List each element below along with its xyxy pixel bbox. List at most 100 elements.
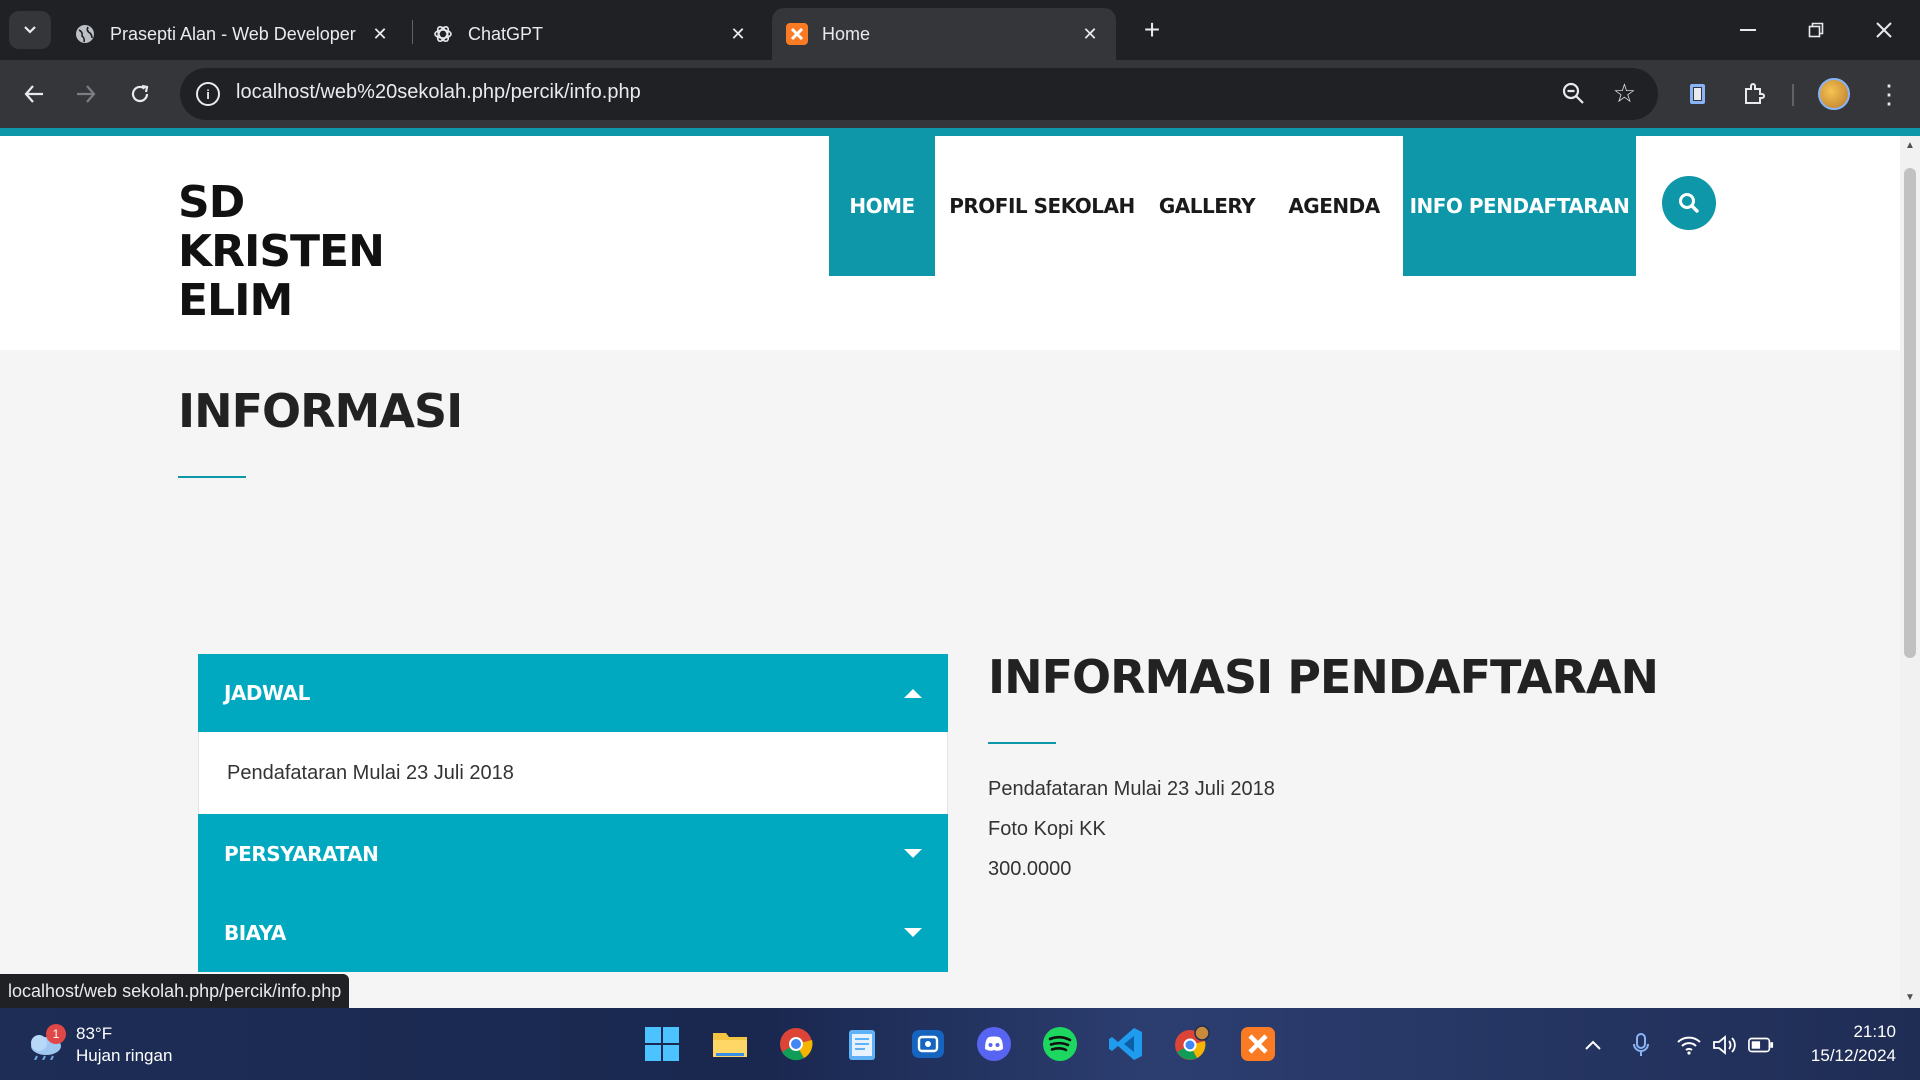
chevron-down-icon xyxy=(24,26,36,34)
close-icon[interactable]: ✕ xyxy=(726,22,750,46)
nav-agenda[interactable]: AGENDA xyxy=(1265,136,1403,276)
close-icon[interactable]: ✕ xyxy=(1078,22,1102,46)
restore-button[interactable] xyxy=(1788,8,1844,52)
accordion-header-jadwal[interactable]: JADWAL xyxy=(198,654,948,732)
tab-prasepti[interactable]: Prasepti Alan - Web Developer ✕ xyxy=(70,8,400,60)
link-status-bubble: localhost/web sekolah.php/percik/info.ph… xyxy=(0,974,350,1008)
browser-toolbar: i localhost/web%20sekolah.php/percik/inf… xyxy=(0,60,1920,128)
profile-avatar[interactable] xyxy=(1818,78,1850,110)
nav-info-pendaftaran[interactable]: INFO PENDAFTARAN xyxy=(1403,136,1636,276)
xampp-icon[interactable] xyxy=(1238,1024,1278,1064)
minimize-button[interactable] xyxy=(1720,8,1776,52)
url-text[interactable]: localhost/web%20sekolah.php/percik/info.… xyxy=(236,81,641,104)
system-clock[interactable]: 21:10 15/12/2024 xyxy=(1811,1020,1896,1068)
vscode-icon[interactable] xyxy=(1106,1024,1146,1064)
back-button[interactable] xyxy=(14,74,54,114)
search-button[interactable] xyxy=(1662,176,1716,230)
reading-list-icon[interactable] xyxy=(1682,78,1714,110)
info-title-underline xyxy=(988,742,1056,744)
close-window-button[interactable] xyxy=(1856,8,1912,52)
zoom-icon[interactable] xyxy=(1560,80,1588,108)
info-requirement: Foto Kopi KK xyxy=(988,818,1106,840)
accordion-content: Pendafataran Mulai 23 Juli 2018 xyxy=(227,761,514,784)
tab-search-button[interactable] xyxy=(9,11,51,49)
tab-title: ChatGPT xyxy=(468,23,544,44)
screen-capture-icon[interactable] xyxy=(908,1024,948,1064)
notepad-icon[interactable] xyxy=(842,1024,882,1064)
volume-icon[interactable] xyxy=(1712,1032,1738,1058)
caret-down-icon xyxy=(904,928,922,937)
wifi-icon[interactable] xyxy=(1676,1032,1702,1058)
accordion-body-jadwal: Pendafataran Mulai 23 Juli 2018 xyxy=(198,732,948,814)
toolbar-separator xyxy=(1792,84,1794,106)
microphone-icon[interactable] xyxy=(1628,1032,1654,1058)
info-schedule: Pendafataran Mulai 23 Juli 2018 xyxy=(988,778,1275,800)
search-icon xyxy=(1679,193,1699,213)
site-info-icon[interactable]: i xyxy=(196,82,220,106)
restore-icon xyxy=(1808,22,1824,38)
nav-home[interactable]: HOME xyxy=(829,136,935,276)
arrow-left-icon xyxy=(24,85,43,103)
tray-overflow-icon[interactable] xyxy=(1580,1032,1606,1058)
nav-gallery[interactable]: GALLERY xyxy=(1149,136,1265,276)
address-bar[interactable]: i localhost/web%20sekolah.php/percik/inf… xyxy=(180,68,1658,120)
tab-title: Prasepti Alan - Web Developer xyxy=(110,23,356,44)
file-explorer-icon[interactable] xyxy=(710,1024,750,1064)
arrow-right-icon xyxy=(77,85,96,103)
logo-line: KRISTEN xyxy=(178,226,385,277)
weather-widget[interactable]: 1 83°F Hujan ringan xyxy=(26,1022,226,1068)
nav-profil-sekolah[interactable]: PROFIL SEKOLAH xyxy=(935,136,1149,276)
chrome-icon[interactable] xyxy=(776,1024,816,1064)
minimize-icon xyxy=(1740,29,1756,31)
site-header: SD KRISTEN ELIM HOME PROFIL SEKOLAH GALL… xyxy=(0,136,1900,350)
close-icon[interactable]: ✕ xyxy=(368,22,392,46)
info-title: INFORMASI PENDAFTARAN xyxy=(988,650,1659,704)
accordion-header-biaya[interactable]: BIAYA xyxy=(198,893,948,972)
page-scrollbar[interactable]: ▲ ▼ xyxy=(1900,136,1920,1008)
discord-icon[interactable] xyxy=(974,1024,1014,1064)
bookmark-star-icon[interactable]: ☆ xyxy=(1613,78,1636,109)
weather-temperature: 83°F xyxy=(76,1024,113,1043)
tab-title: Home xyxy=(822,23,871,44)
chrome-profile-icon[interactable] xyxy=(1172,1024,1212,1064)
spotify-icon[interactable] xyxy=(1040,1024,1080,1064)
scroll-thumb[interactable] xyxy=(1904,168,1916,658)
battery-icon[interactable] xyxy=(1748,1032,1774,1058)
close-icon xyxy=(1876,22,1892,38)
more-menu-icon[interactable]: ⋮ xyxy=(1876,78,1902,110)
page-top-border xyxy=(0,128,1920,136)
caret-down-icon xyxy=(904,849,922,858)
new-tab-button[interactable]: + xyxy=(1136,14,1168,46)
tab-strip: Prasepti Alan - Web Developer ✕ ChatGPT … xyxy=(0,0,1920,60)
notification-badge: 1 xyxy=(46,1024,66,1044)
tab-separator xyxy=(412,20,413,44)
tab-home[interactable]: Home ✕ xyxy=(772,8,1116,60)
title-underline xyxy=(178,476,246,478)
reload-icon xyxy=(131,84,149,103)
page-viewport: SD KRISTEN ELIM HOME PROFIL SEKOLAH GALL… xyxy=(0,136,1900,1008)
caret-up-icon xyxy=(904,688,922,698)
logo-line: SD xyxy=(178,177,245,228)
globe-icon xyxy=(74,23,96,45)
tab-chatgpt[interactable]: ChatGPT ✕ xyxy=(428,8,758,60)
windows-start-icon[interactable] xyxy=(642,1024,682,1064)
accordion-header-persyaratan[interactable]: PERSYARATAN xyxy=(198,814,948,893)
weather-condition: Hujan ringan xyxy=(76,1046,173,1065)
scroll-down-arrow[interactable]: ▼ xyxy=(1904,992,1916,1004)
xampp-icon xyxy=(786,23,808,45)
scroll-up-arrow[interactable]: ▲ xyxy=(1904,140,1916,152)
info-accordion: JADWAL Pendafataran Mulai 23 Juli 2018 P… xyxy=(198,654,948,972)
clock-date: 15/12/2024 xyxy=(1810,1046,1896,1065)
forward-button[interactable] xyxy=(66,74,106,114)
chatgpt-icon xyxy=(432,23,454,45)
accordion-title: PERSYARATAN xyxy=(224,841,379,866)
reload-button[interactable] xyxy=(120,74,160,114)
page-title: INFORMASI xyxy=(178,384,463,438)
accordion-title: JADWAL xyxy=(224,681,310,705)
extensions-icon[interactable] xyxy=(1738,78,1770,110)
info-cost: 300.0000 xyxy=(988,858,1072,880)
windows-taskbar: 1 83°F Hujan ringan 21:10 15/12/2024 xyxy=(0,1008,1920,1080)
clock-time: 21:10 xyxy=(1853,1022,1896,1041)
logo-line: ELIM xyxy=(178,275,293,326)
site-logo[interactable]: SD KRISTEN ELIM xyxy=(178,178,398,325)
